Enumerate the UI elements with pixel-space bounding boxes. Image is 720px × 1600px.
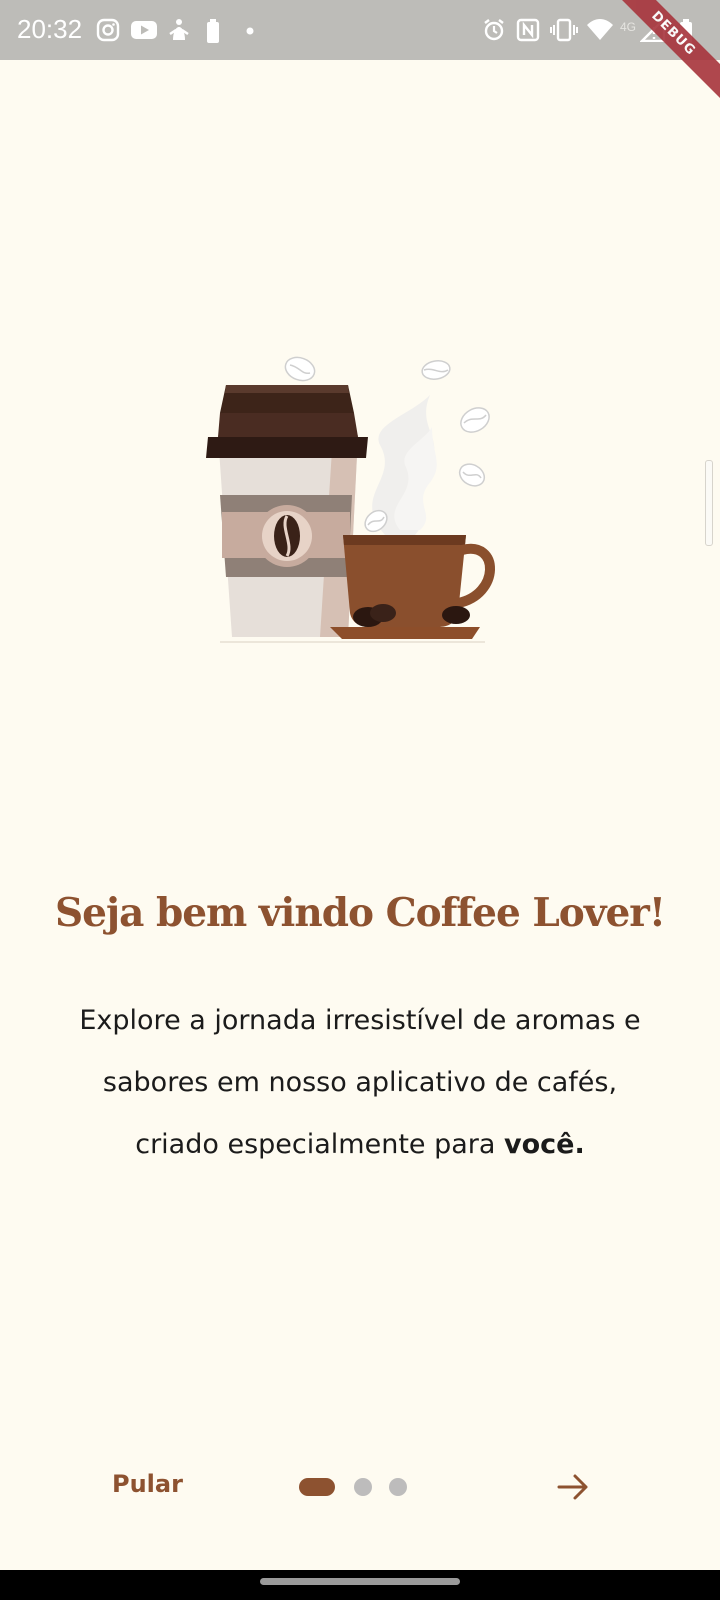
welcome-title: Seja bem vindo Coffee Lover! [55, 890, 666, 936]
status-bar: 20:32 4G [0, 0, 720, 60]
nfc-icon [516, 18, 540, 42]
status-time: 20:32 [17, 14, 83, 44]
network-type: 4G [620, 20, 637, 34]
welcome-description: Explore a jornada irresistível de aromas… [60, 990, 660, 1176]
battery-saver-icon [207, 19, 219, 43]
vibrate-icon [550, 18, 578, 42]
next-arrow-icon[interactable] [556, 1470, 590, 1504]
app-icon [169, 19, 189, 40]
coffee-illustration [206, 356, 495, 643]
page-dot[interactable] [389, 1478, 407, 1496]
dot-icon [246, 27, 254, 35]
home-indicator[interactable] [260, 1578, 460, 1585]
description-emphasis: você. [504, 1129, 585, 1160]
alarm-icon [484, 19, 504, 41]
page-dot-active[interactable] [299, 1478, 335, 1496]
system-nav-bar [0, 1570, 720, 1600]
page-dot[interactable] [354, 1478, 372, 1496]
instagram-icon [96, 18, 120, 42]
scroll-indicator[interactable] [705, 460, 713, 546]
youtube-icon [131, 21, 157, 39]
wifi-icon [587, 19, 613, 40]
page-indicator [0, 1478, 720, 1498]
